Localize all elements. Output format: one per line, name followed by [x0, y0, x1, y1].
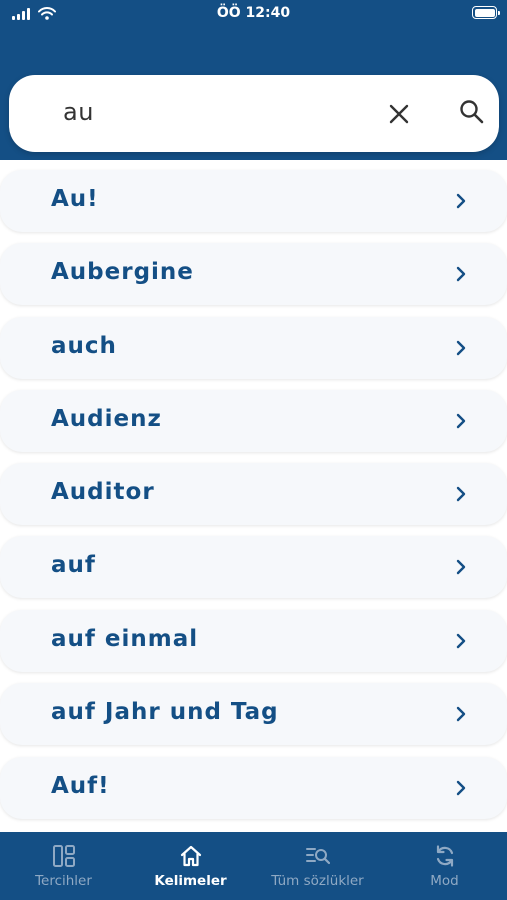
search-icon[interactable]: [457, 97, 487, 127]
home-icon: [180, 845, 201, 867]
sync-icon: [436, 845, 453, 867]
chevron-right-icon: [456, 340, 466, 356]
list-item[interactable]: auf Jahr und Tag: [0, 683, 507, 745]
list-item[interactable]: Au!: [0, 170, 507, 232]
chevron-right-icon: [456, 780, 466, 796]
battery-icon: [472, 6, 500, 19]
chevron-right-icon: [456, 633, 466, 649]
list-item-label: Auditor: [51, 479, 155, 505]
list-item-label: auf einmal: [51, 626, 199, 652]
list-search-icon: [305, 848, 330, 865]
tab-tercihler[interactable]: Tercihler: [0, 832, 127, 900]
list-item[interactable]: auf: [0, 536, 507, 598]
list-item[interactable]: Auf!: [0, 757, 507, 819]
app-header: ÖÖ 12:40 au: [0, 0, 507, 160]
close-icon[interactable]: [384, 99, 414, 129]
search-bar[interactable]: au: [9, 75, 499, 152]
status-bar: ÖÖ 12:40: [0, 0, 507, 28]
list-item-label: Aubergine: [51, 259, 194, 285]
chevron-right-icon: [456, 413, 466, 429]
list-item-label: auf: [51, 552, 96, 578]
tab-mod[interactable]: Mod: [381, 832, 507, 900]
list-item-label: Audienz: [51, 406, 162, 432]
tab-kelimeler[interactable]: Kelimeler: [127, 832, 254, 900]
list-item[interactable]: Audienz: [0, 390, 507, 452]
bottom-tab-bar: Tercihler Kelimeler Tüm sözlükler Mod: [0, 832, 507, 900]
results-list: Au! Aubergine auch Audienz Auditor auf a…: [0, 160, 507, 832]
chevron-right-icon: [456, 706, 466, 722]
tab-tum-sozlukler[interactable]: Tüm sözlükler: [254, 832, 381, 900]
list-item[interactable]: auch: [0, 317, 507, 379]
list-item[interactable]: Aubergine: [0, 243, 507, 305]
list-item[interactable]: auf einmal: [0, 610, 507, 672]
chevron-right-icon: [456, 486, 466, 502]
tab-label: Kelimeler: [154, 873, 227, 889]
list-item[interactable]: Auditor: [0, 463, 507, 525]
list-item-label: auf Jahr und Tag: [51, 699, 279, 725]
list-item-label: auch: [51, 333, 117, 359]
chevron-right-icon: [456, 193, 466, 209]
tab-label: Tercihler: [35, 873, 92, 889]
list-item-label: Au!: [51, 186, 99, 212]
tab-label: Tüm sözlükler: [271, 873, 364, 889]
list-item-label: Auf!: [51, 773, 110, 799]
status-time: ÖÖ 12:40: [216, 5, 291, 21]
chevron-right-icon: [456, 559, 466, 575]
tab-label: Mod: [430, 873, 459, 889]
chevron-right-icon: [456, 266, 466, 282]
layout-icon: [52, 845, 75, 867]
search-input[interactable]: au: [63, 98, 94, 126]
